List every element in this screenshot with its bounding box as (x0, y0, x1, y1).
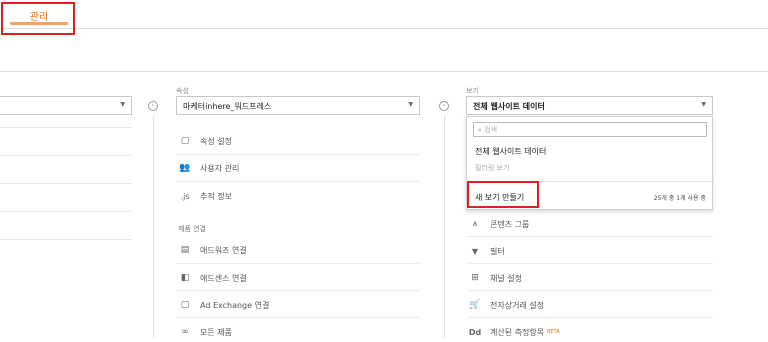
ad-exchange-icon: ▢ (180, 300, 190, 310)
content-grouping-icon: ⩚ (472, 219, 478, 229)
adsense-icon: ◧ (180, 273, 190, 283)
menu-label: 추적 정보 (200, 191, 232, 201)
view-option[interactable]: 전체 웹사이트 데이터 (475, 146, 546, 157)
menu-label: 애드워즈 연결 (200, 245, 247, 255)
user-management-link[interactable]: 👥 사용자 관리 (178, 158, 239, 178)
search-placeholder: 검색 (484, 126, 498, 134)
menu-divider (466, 263, 713, 264)
menu-label: 속성 설정 (200, 136, 232, 146)
highlight-box-new-view (467, 181, 539, 208)
menu-label: 사용자 관리 (200, 163, 240, 173)
ecommerce-icon: 🛒 (469, 300, 481, 310)
channel-settings-link[interactable]: ⊞ 채널 설정 (468, 268, 522, 288)
content-grouping-link[interactable]: ⩚ 콘텐츠 그룹 (468, 214, 529, 234)
menu-label: 전자상거래 설정 (490, 300, 545, 310)
property-select[interactable]: 마케터inhere_워드프레스 ▼ (176, 96, 420, 115)
search-icon: ⌕ (478, 126, 482, 134)
ecommerce-settings-link[interactable]: 🛒 전자상거래 설정 (468, 295, 544, 315)
menu-divider (176, 290, 422, 291)
column-connector (153, 115, 154, 338)
filters-link[interactable]: ▼ 필터 (468, 241, 505, 261)
view-search-input[interactable]: ⌕ 검색 (473, 122, 707, 137)
all-products-link[interactable]: ∞ 모든 제품 (178, 322, 232, 342)
account-menu-divider (0, 239, 132, 240)
menu-divider (466, 236, 713, 237)
beta-badge: BETA (547, 329, 560, 335)
view-count-status: 25개 중 1개 사용 중 (653, 195, 706, 202)
adwords-link[interactable]: ▤ 애드워즈 연결 (178, 240, 247, 260)
product-links-heading: 제품 연결 (178, 225, 206, 233)
filter-icon: ▼ (471, 246, 479, 256)
calculated-metrics-icon: Dd (468, 327, 482, 337)
top-bar: 관리 (0, 0, 768, 29)
property-settings-icon: ▢ (180, 136, 190, 146)
channel-settings-icon: ⊞ (471, 273, 479, 283)
chevron-down-icon: ▼ (701, 101, 706, 108)
highlight-box-admin (1, 2, 75, 35)
menu-label: Ad Exchange 연결 (200, 300, 270, 310)
column-connector (444, 115, 445, 338)
menu-label: 필터 (490, 246, 505, 256)
calculated-metrics-link[interactable]: Dd 계산된 측정항목 BETA (468, 322, 560, 342)
users-icon: 👥 (179, 163, 191, 173)
view-select[interactable]: 전체 웹사이트 데이터 ▼ (466, 96, 713, 115)
menu-label: 모든 제품 (200, 327, 232, 337)
menu-divider (176, 263, 422, 264)
view-filter-label[interactable]: 필터링 보기 (475, 163, 509, 173)
account-menu-divider (0, 183, 132, 184)
arrow-right-icon: › (148, 101, 158, 111)
adwords-icon: ▤ (180, 245, 190, 255)
account-menu-divider (0, 127, 132, 128)
property-select-value: 마케터inhere_워드프레스 (183, 102, 272, 111)
account-select[interactable]: ▼ (0, 96, 132, 115)
chevron-down-icon: ▼ (120, 101, 125, 108)
js-icon: .js (180, 191, 190, 201)
account-menu-divider (0, 211, 132, 212)
view-select-value: 전체 웹사이트 데이터 (473, 102, 545, 111)
chevron-down-icon: ▼ (408, 101, 413, 108)
menu-divider (176, 154, 422, 155)
account-menu-divider (0, 155, 132, 156)
ad-exchange-link[interactable]: ▢ Ad Exchange 연결 (178, 295, 270, 315)
menu-divider (466, 290, 713, 291)
menu-divider (466, 317, 713, 318)
menu-divider (176, 317, 422, 318)
menu-label: 계산된 측정항목 (490, 327, 545, 337)
view-column-label: 보기 (466, 87, 479, 95)
menu-label: 콘텐츠 그룹 (490, 219, 530, 229)
adsense-link[interactable]: ◧ 애드센스 연결 (178, 268, 247, 288)
menu-label: 채널 설정 (490, 273, 522, 283)
menu-divider (176, 181, 422, 182)
menu-label: 애드센스 연결 (200, 273, 247, 283)
property-column-label: 속성 (176, 87, 189, 95)
property-settings-link[interactable]: ▢ 속성 설정 (178, 131, 232, 151)
section-divider (0, 71, 768, 72)
tracking-info-link[interactable]: .js 추적 정보 (178, 186, 232, 206)
all-products-icon: ∞ (181, 327, 189, 337)
arrow-right-icon: › (439, 101, 449, 111)
